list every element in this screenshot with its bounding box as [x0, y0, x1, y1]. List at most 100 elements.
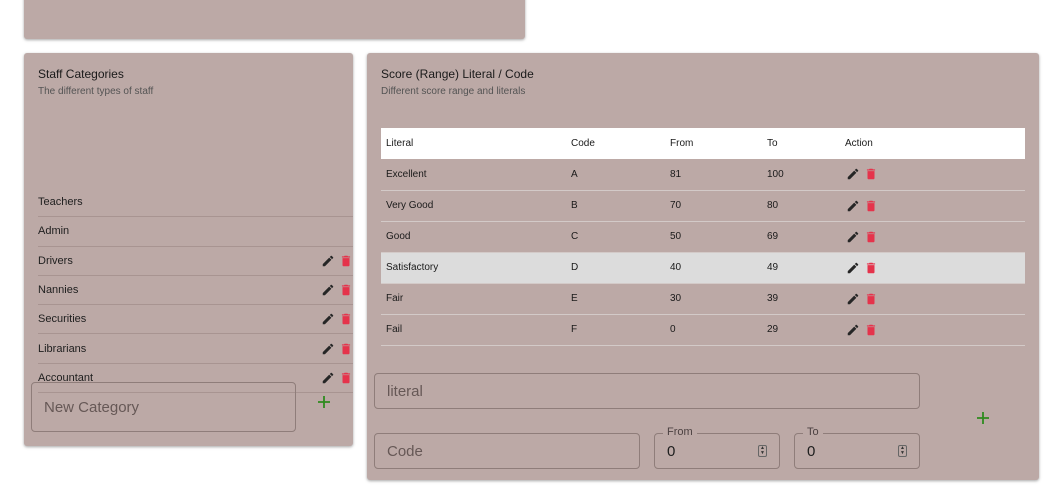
pencil-icon[interactable] — [845, 229, 860, 245]
code-input[interactable] — [374, 433, 640, 469]
cell-literal: Very Good — [381, 190, 566, 222]
trash-icon[interactable] — [863, 260, 878, 276]
trash-icon[interactable] — [338, 253, 353, 269]
table-row[interactable]: Very Good B 70 80 — [381, 190, 1025, 222]
cell-action — [840, 283, 1025, 315]
category-actions — [320, 341, 353, 357]
table-row[interactable]: Good C 50 69 — [381, 221, 1025, 253]
cell-action — [840, 221, 1025, 253]
trash-icon[interactable] — [863, 322, 878, 338]
category-actions — [320, 282, 353, 298]
plus-icon — [976, 411, 990, 428]
category-label: Securities — [38, 313, 87, 326]
score-table: Literal Code From To Action Excellent A 81… — [381, 128, 1025, 346]
pencil-icon[interactable] — [845, 166, 860, 182]
cell-to: 39 — [762, 283, 840, 315]
to-label: To — [803, 426, 823, 438]
cell-code: A — [566, 159, 665, 191]
pencil-icon[interactable] — [320, 253, 335, 269]
category-label: Nannies — [38, 284, 79, 297]
from-label: From — [663, 426, 697, 438]
pencil-icon[interactable] — [320, 341, 335, 357]
new-category-input[interactable] — [31, 382, 296, 432]
staff-categories-subtitle: The different types of staff — [38, 86, 154, 97]
score-range-subtitle: Different score range and literals — [381, 86, 526, 97]
cell-to: 100 — [762, 159, 840, 191]
category-actions — [320, 253, 353, 269]
cell-code: B — [566, 190, 665, 222]
pencil-icon[interactable] — [845, 291, 860, 307]
cell-literal: Excellent — [381, 159, 566, 191]
cell-to: 49 — [762, 252, 840, 284]
from-stepper-icon[interactable]: ▲ ▼ — [758, 445, 767, 457]
cell-from: 0 — [665, 314, 762, 346]
cell-from: 40 — [665, 252, 762, 284]
column-header-action: Action — [840, 128, 1025, 159]
list-item[interactable]: Admin — [38, 217, 353, 247]
cell-literal: Fair — [381, 283, 566, 315]
cell-to: 69 — [762, 221, 840, 253]
trash-icon[interactable] — [863, 166, 878, 182]
list-item[interactable]: Drivers — [38, 247, 353, 276]
trash-icon[interactable] — [863, 291, 878, 307]
cell-code: D — [566, 252, 665, 284]
column-header-code: Code — [566, 128, 665, 159]
list-item[interactable]: Librarians — [38, 334, 353, 364]
table-row[interactable]: Fair E 30 39 — [381, 283, 1025, 315]
row-actions — [845, 322, 1025, 338]
pencil-icon[interactable] — [845, 260, 860, 276]
plus-icon — [317, 395, 331, 412]
cell-code: C — [566, 221, 665, 253]
trash-icon[interactable] — [863, 198, 878, 214]
table-header-row: Literal Code From To Action — [381, 128, 1025, 159]
from-number-field[interactable]: From 0 ▲ ▼ — [654, 426, 780, 469]
table-row[interactable]: Excellent A 81 100 — [381, 159, 1025, 191]
add-category-button[interactable] — [310, 389, 338, 417]
pencil-icon[interactable] — [320, 370, 335, 386]
cell-from: 81 — [665, 159, 762, 191]
add-score-button[interactable] — [969, 405, 997, 433]
category-label: Drivers — [38, 254, 73, 267]
list-item[interactable]: Securities — [38, 305, 353, 335]
cell-to: 80 — [762, 190, 840, 222]
to-value: 0 — [807, 443, 816, 460]
column-header-from: From — [665, 128, 762, 159]
category-label: Admin — [38, 225, 70, 238]
cell-action — [840, 190, 1025, 222]
trash-icon[interactable] — [338, 282, 353, 298]
row-actions — [845, 291, 1025, 307]
table-row[interactable]: Fail F 0 29 — [381, 314, 1025, 346]
category-label: Teachers — [38, 196, 83, 209]
row-actions — [845, 229, 1025, 245]
trash-icon[interactable] — [338, 341, 353, 357]
row-actions — [845, 198, 1025, 214]
pencil-icon[interactable] — [320, 311, 335, 327]
trash-icon[interactable] — [863, 229, 878, 245]
cell-action — [840, 159, 1025, 191]
pencil-icon[interactable] — [845, 322, 860, 338]
pencil-icon[interactable] — [845, 198, 860, 214]
row-actions — [845, 260, 1025, 276]
cell-action — [840, 314, 1025, 346]
trash-icon[interactable] — [338, 311, 353, 327]
pencil-icon[interactable] — [320, 282, 335, 298]
list-item[interactable]: Teachers — [38, 188, 353, 218]
category-actions — [320, 311, 353, 327]
list-item[interactable]: Nannies — [38, 276, 353, 306]
staff-categories-card: Staff Categories The different types of … — [24, 53, 353, 446]
trash-icon[interactable] — [338, 370, 353, 386]
column-header-to: To — [762, 128, 840, 159]
to-stepper-icon[interactable]: ▲ ▼ — [898, 445, 907, 457]
to-number-field[interactable]: To 0 ▲ ▼ — [794, 426, 920, 469]
category-actions — [320, 370, 353, 386]
table-row[interactable]: Satisfactory D 40 49 — [381, 252, 1025, 284]
cell-literal: Satisfactory — [381, 252, 566, 284]
cell-from: 50 — [665, 221, 762, 253]
cell-literal: Fail — [381, 314, 566, 346]
cell-action — [840, 252, 1025, 284]
column-header-literal: Literal — [381, 128, 566, 159]
literal-input[interactable] — [374, 373, 920, 409]
staff-categories-title: Staff Categories — [38, 67, 124, 81]
score-range-title: Score (Range) Literal / Code — [381, 67, 534, 81]
category-label: Librarians — [38, 342, 87, 355]
